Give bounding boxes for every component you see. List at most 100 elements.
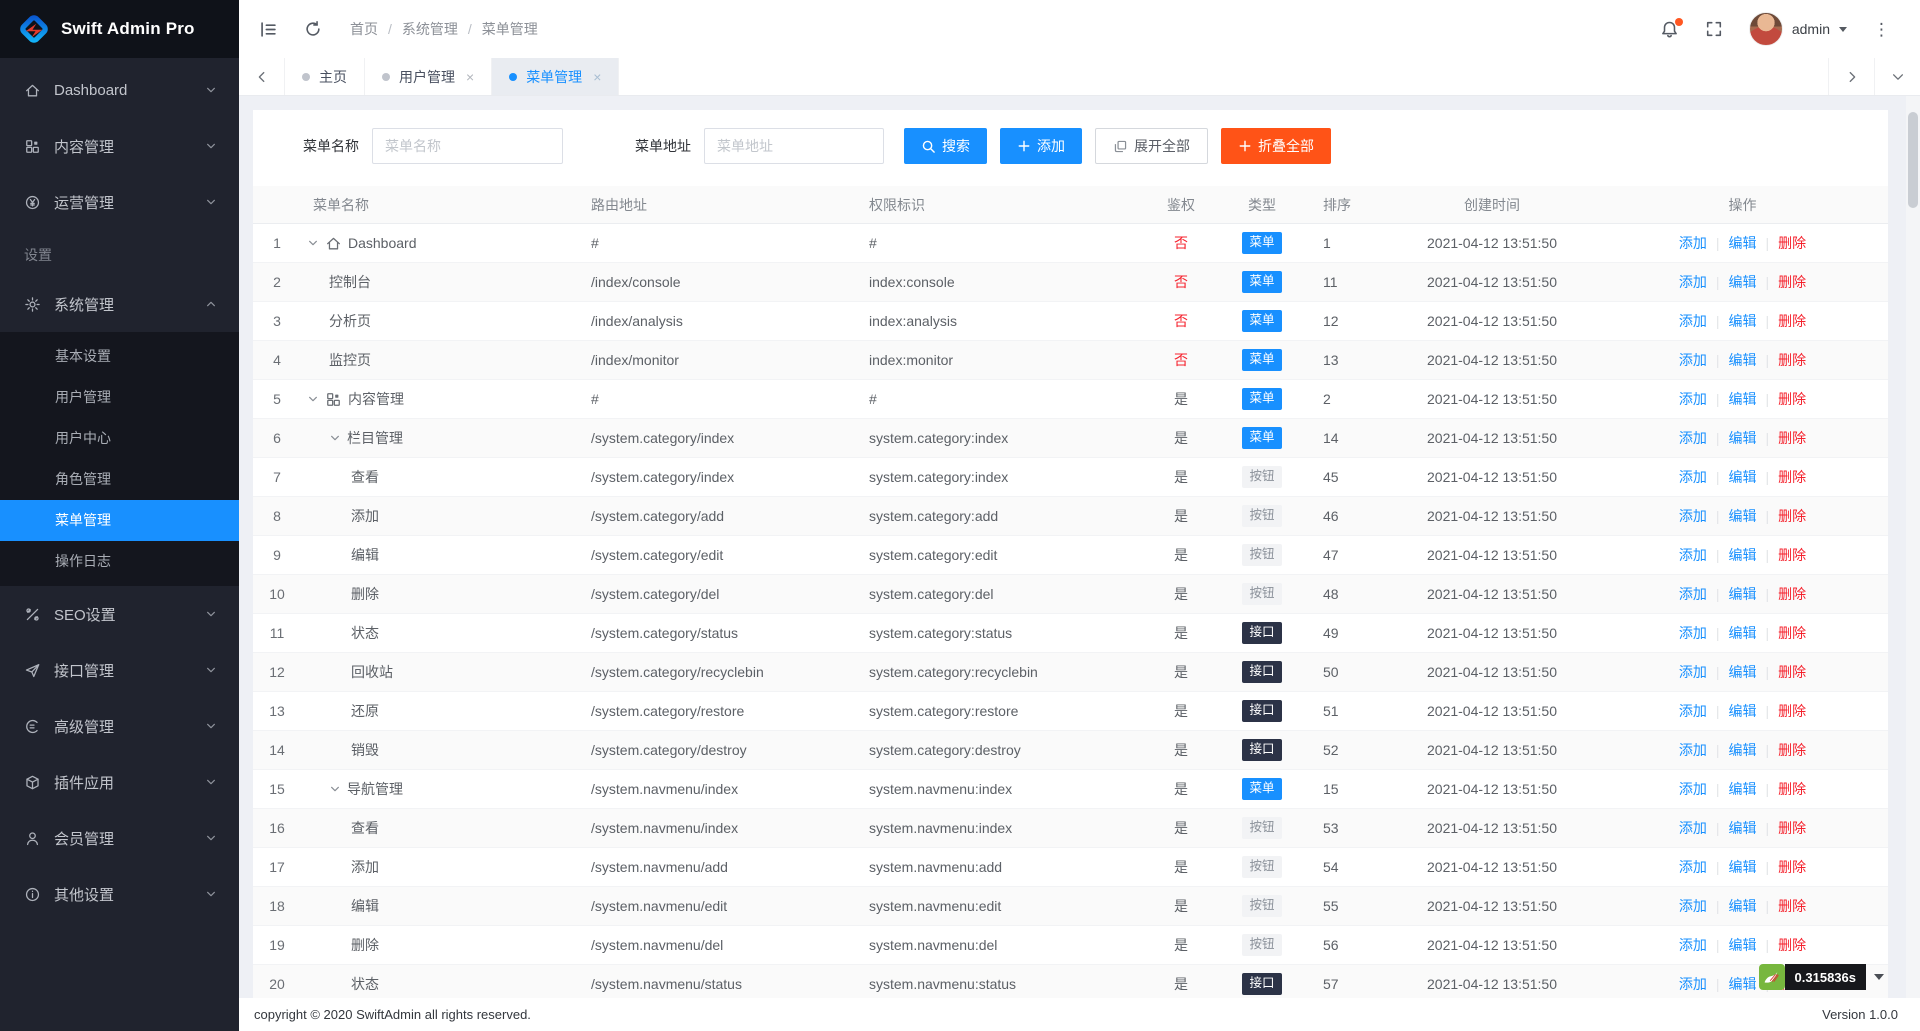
notifications-bell-icon[interactable] [1660,17,1683,39]
row-action-删除[interactable]: 删除 [1778,391,1806,407]
sidebar-subitem[interactable]: 基本设置 [0,336,239,377]
sidebar-subitem[interactable]: 菜单管理 [0,500,239,541]
row-action-删除[interactable]: 删除 [1778,274,1806,290]
row-action-删除[interactable]: 删除 [1778,352,1806,368]
row-action-编辑[interactable]: 编辑 [1729,703,1757,719]
row-action-删除[interactable]: 删除 [1778,742,1806,758]
sidebar-item-other[interactable]: 其他设置 [0,866,239,922]
row-action-删除[interactable]: 删除 [1778,664,1806,680]
row-action-删除[interactable]: 删除 [1778,547,1806,563]
sidebar-item-plugin[interactable]: 插件应用 [0,754,239,810]
row-action-添加[interactable]: 添加 [1679,781,1707,797]
row-action-编辑[interactable]: 编辑 [1729,469,1757,485]
row-action-添加[interactable]: 添加 [1679,352,1707,368]
row-action-编辑[interactable]: 编辑 [1729,586,1757,602]
sidebar-subitem[interactable]: 用户中心 [0,418,239,459]
refresh-icon[interactable] [304,20,322,38]
row-action-添加[interactable]: 添加 [1679,469,1707,485]
vertical-scrollbar[interactable] [1906,96,1920,998]
sidebar-item-advanced[interactable]: 高级管理 [0,698,239,754]
sidebar-item-seo[interactable]: SEO设置 [0,586,239,642]
row-action-编辑[interactable]: 编辑 [1729,898,1757,914]
tabs-scroll-right[interactable] [1828,58,1874,95]
row-action-编辑[interactable]: 编辑 [1729,937,1757,953]
row-action-删除[interactable]: 删除 [1778,820,1806,836]
close-icon[interactable]: × [466,70,474,84]
row-action-添加[interactable]: 添加 [1679,508,1707,524]
row-action-添加[interactable]: 添加 [1679,274,1707,290]
logo[interactable]: Swift Admin Pro [0,0,239,58]
search-button[interactable]: 搜索 [904,128,987,164]
menu-name-input[interactable] [372,128,563,164]
row-action-编辑[interactable]: 编辑 [1729,352,1757,368]
row-action-删除[interactable]: 删除 [1778,781,1806,797]
row-action-编辑[interactable]: 编辑 [1729,742,1757,758]
row-action-添加[interactable]: 添加 [1679,664,1707,680]
row-action-添加[interactable]: 添加 [1679,586,1707,602]
sidebar-item-content[interactable]: 内容管理 [0,118,239,174]
row-action-添加[interactable]: 添加 [1679,391,1707,407]
row-action-添加[interactable]: 添加 [1679,898,1707,914]
breadcrumb-item[interactable]: 系统管理 [402,19,458,39]
row-action-编辑[interactable]: 编辑 [1729,859,1757,875]
breadcrumb-item[interactable]: 首页 [350,19,378,39]
expand-chevron-icon[interactable] [307,393,319,405]
add-button[interactable]: 添加 [1000,128,1082,164]
row-action-编辑[interactable]: 编辑 [1729,547,1757,563]
breadcrumb-item[interactable]: 菜单管理 [482,19,538,39]
row-action-添加[interactable]: 添加 [1679,976,1707,992]
sidebar-subitem[interactable]: 角色管理 [0,459,239,500]
row-action-添加[interactable]: 添加 [1679,859,1707,875]
row-action-删除[interactable]: 删除 [1778,469,1806,485]
collapse-sidebar-icon[interactable] [259,20,278,39]
collapse-all-button[interactable]: 折叠全部 [1221,128,1331,164]
sidebar-item-dashboard[interactable]: Dashboard [0,62,239,118]
row-action-删除[interactable]: 删除 [1778,235,1806,251]
row-action-删除[interactable]: 删除 [1778,430,1806,446]
expand-chevron-icon[interactable] [329,783,341,795]
row-action-删除[interactable]: 删除 [1778,508,1806,524]
row-action-删除[interactable]: 删除 [1778,898,1806,914]
row-action-编辑[interactable]: 编辑 [1729,781,1757,797]
tabs-scroll-left[interactable] [239,58,285,95]
row-action-编辑[interactable]: 编辑 [1729,391,1757,407]
row-action-编辑[interactable]: 编辑 [1729,313,1757,329]
row-action-编辑[interactable]: 编辑 [1729,976,1757,992]
sidebar-item-member[interactable]: 会员管理 [0,810,239,866]
row-action-编辑[interactable]: 编辑 [1729,664,1757,680]
expand-chevron-icon[interactable] [329,432,341,444]
row-action-添加[interactable]: 添加 [1679,313,1707,329]
sidebar-item-api[interactable]: 接口管理 [0,642,239,698]
row-action-删除[interactable]: 删除 [1778,937,1806,953]
row-action-添加[interactable]: 添加 [1679,235,1707,251]
scrollbar-thumb[interactable] [1908,112,1918,208]
row-action-添加[interactable]: 添加 [1679,547,1707,563]
tabs-more-dropdown[interactable] [1874,58,1920,95]
tab-菜单管理[interactable]: 菜单管理 × [492,58,620,95]
row-action-删除[interactable]: 删除 [1778,586,1806,602]
trace-badge[interactable]: 0.315836s [1758,964,1884,990]
tab-主页[interactable]: 主页 [285,58,365,95]
row-action-添加[interactable]: 添加 [1679,430,1707,446]
row-action-添加[interactable]: 添加 [1679,625,1707,641]
sidebar-item-operation[interactable]: 运营管理 [0,174,239,230]
row-action-删除[interactable]: 删除 [1778,703,1806,719]
row-action-编辑[interactable]: 编辑 [1729,430,1757,446]
more-menu-icon[interactable]: ⋮ [1873,21,1890,38]
expand-all-button[interactable]: 展开全部 [1095,128,1208,164]
sidebar-subitem[interactable]: 用户管理 [0,377,239,418]
tab-用户管理[interactable]: 用户管理 × [365,58,493,95]
row-action-删除[interactable]: 删除 [1778,313,1806,329]
row-action-删除[interactable]: 删除 [1778,859,1806,875]
expand-chevron-icon[interactable] [307,237,319,249]
row-action-编辑[interactable]: 编辑 [1729,820,1757,836]
row-action-编辑[interactable]: 编辑 [1729,508,1757,524]
row-action-编辑[interactable]: 编辑 [1729,235,1757,251]
fullscreen-icon[interactable] [1705,20,1723,38]
row-action-添加[interactable]: 添加 [1679,703,1707,719]
user-menu[interactable]: admin [1748,12,1847,46]
row-action-编辑[interactable]: 编辑 [1729,274,1757,290]
row-action-删除[interactable]: 删除 [1778,625,1806,641]
row-action-添加[interactable]: 添加 [1679,820,1707,836]
sidebar-subitem[interactable]: 操作日志 [0,541,239,582]
